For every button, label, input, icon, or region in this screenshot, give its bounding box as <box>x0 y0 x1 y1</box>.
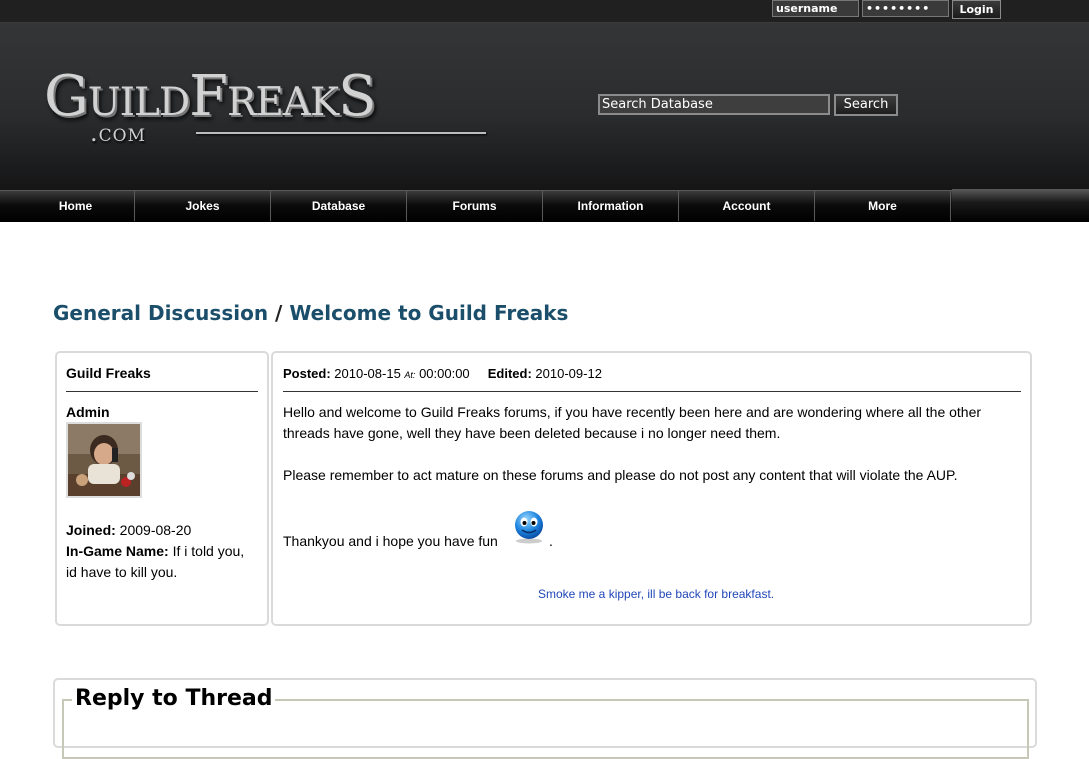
post-signature: Smoke me a kipper, ill be back for break… <box>538 587 775 601</box>
site-header: GuildFreakS .com Search Database Search <box>0 23 1089 190</box>
main-nav: Home Jokes Database Forums Information A… <box>0 189 1089 222</box>
search-input[interactable]: Search Database <box>598 94 830 115</box>
breadcrumb-separator: / <box>275 301 283 325</box>
avatar[interactable] <box>66 422 142 498</box>
post-text-line: Please remember to act mature on these f… <box>283 467 958 483</box>
breadcrumb-section-link[interactable]: General Discussion <box>53 301 268 325</box>
post-panel <box>271 351 1032 626</box>
password-input[interactable]: •••••••• <box>862 0 949 17</box>
nav-forums[interactable]: Forums <box>407 191 543 221</box>
joined-info: Joined: 2009-08-20 <box>66 522 192 538</box>
author-name[interactable]: Guild Freaks <box>66 365 151 381</box>
nav-more[interactable]: More <box>815 191 951 221</box>
nav-end-cap <box>952 189 1089 222</box>
post-text-end: . <box>549 533 553 549</box>
smiley-icon <box>515 511 543 544</box>
nav-account[interactable]: Account <box>679 191 815 221</box>
post-text-line: threads have gone, well they have been d… <box>283 425 781 441</box>
nav-home[interactable]: Home <box>17 191 135 221</box>
breadcrumb-thread-link[interactable]: Welcome to Guild Freaks <box>289 301 568 325</box>
author-divider <box>66 391 258 392</box>
ingame-info-cont: id have to kill you. <box>66 564 178 580</box>
ingame-info: In-Game Name: If i told you, <box>66 543 245 559</box>
login-button[interactable]: Login <box>952 0 1001 19</box>
avatar-photo <box>68 424 140 496</box>
nav-jokes[interactable]: Jokes <box>135 191 271 221</box>
username-input[interactable]: username <box>772 0 859 17</box>
author-rank: Admin <box>66 404 110 420</box>
post-meta: Posted: 2010-08-15 At: 00:00:00 Edited: … <box>283 366 602 381</box>
reply-title: Reply to Thread <box>72 686 276 711</box>
post-text-line: Thankyou and i hope you have fun <box>283 533 498 549</box>
breadcrumb: General Discussion / Welcome to Guild Fr… <box>53 301 568 325</box>
logo-underline <box>196 132 486 134</box>
post-divider <box>283 391 1021 392</box>
nav-information[interactable]: Information <box>543 191 679 221</box>
site-logo[interactable]: GuildFreakS .com <box>44 65 524 155</box>
login-bar: username •••••••• Login <box>0 0 1089 23</box>
nav-database[interactable]: Database <box>271 191 407 221</box>
logo-domain: .com <box>90 119 146 147</box>
post-text-line: Hello and welcome to Guild Freaks forums… <box>283 404 982 420</box>
search-button[interactable]: Search <box>834 94 898 116</box>
